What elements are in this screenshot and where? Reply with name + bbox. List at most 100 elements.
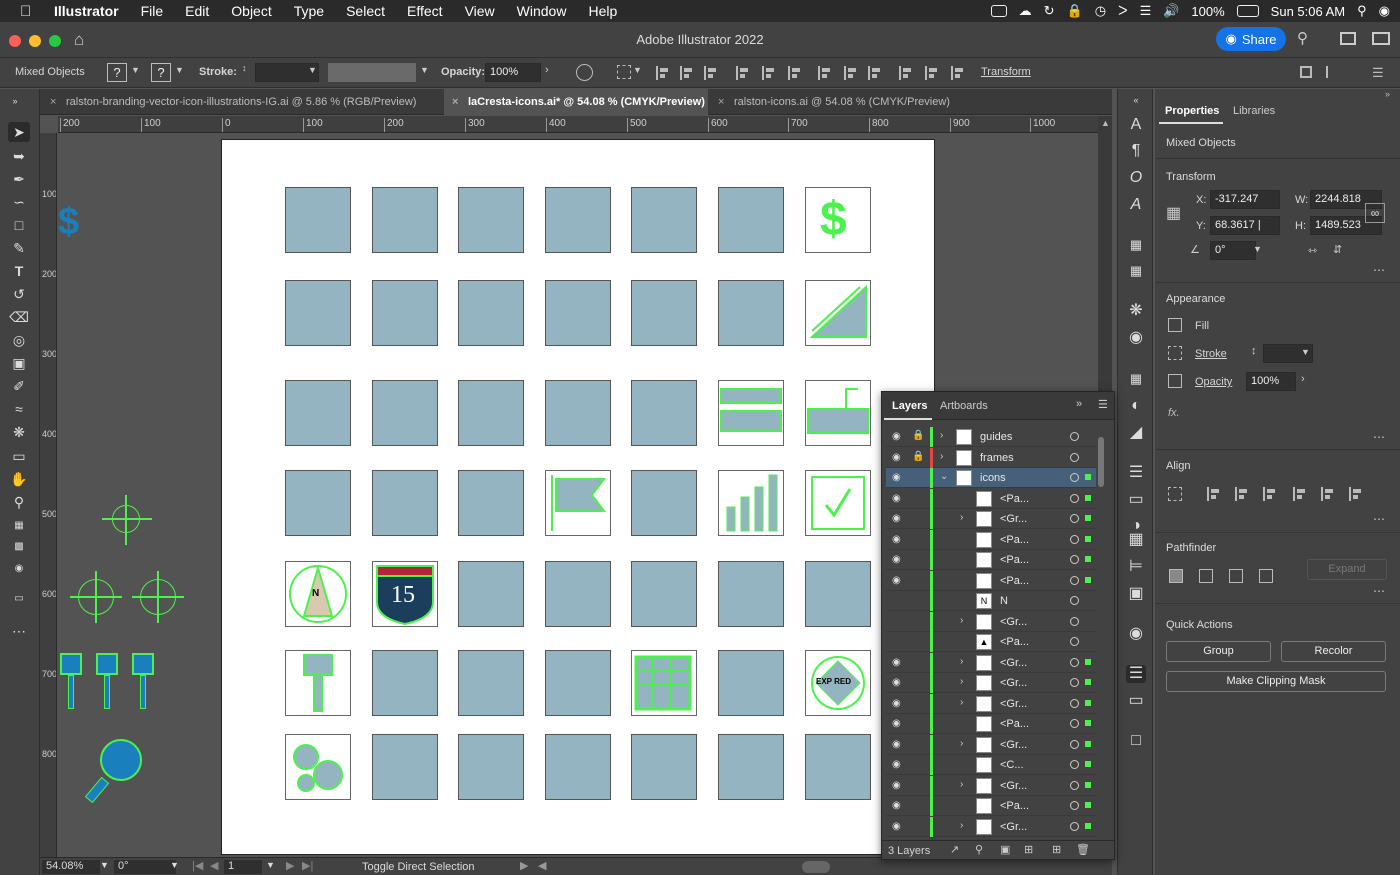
wifi-icon[interactable]: ☰ [1140, 3, 1152, 19]
visibility-eye-icon[interactable]: ◉ [892, 759, 901, 770]
symbols-panel-icon[interactable]: ◉ [1126, 329, 1146, 347]
compass-rose-artwork[interactable] [102, 495, 152, 545]
type-tool-icon[interactable]: T [8, 261, 30, 281]
brushes-panel-icon[interactable]: ❋ [1126, 302, 1146, 320]
bed-icon-tile[interactable] [718, 380, 784, 446]
visibility-eye-icon[interactable]: ◉ [892, 513, 901, 524]
volume-icon[interactable]: 🔊 [1163, 3, 1179, 19]
draw-mode-icon[interactable]: ◉ [8, 559, 30, 579]
opacity-expand-icon[interactable]: › [545, 64, 549, 76]
icon-placeholder-tile[interactable] [372, 470, 438, 536]
visibility-eye-icon[interactable]: ◉ [892, 739, 901, 750]
layer-row[interactable]: ◉ › <Gr... [886, 673, 1096, 693]
target-circle-icon[interactable] [1070, 637, 1079, 646]
ship-wheel-artwork-2[interactable] [132, 571, 184, 623]
eyedropper-tool-icon[interactable]: ✐ [8, 376, 30, 396]
expand-arrow-icon[interactable]: ⌄ [940, 471, 948, 482]
first-artboard-icon[interactable]: |◀ [192, 859, 203, 872]
symbol-sprayer-tool-icon[interactable]: ❋ [8, 422, 30, 442]
rotate-view-field[interactable]: 0° [114, 860, 176, 874]
menu-object[interactable]: Object [231, 3, 271, 19]
flip-horizontal-icon[interactable]: ⇿ [1308, 244, 1317, 257]
layer-name[interactable]: <Gr... [1000, 657, 1027, 669]
exclude-icon[interactable] [1259, 569, 1273, 583]
icon-placeholder-tile[interactable] [718, 650, 784, 716]
variable-width-profile[interactable] [328, 63, 416, 82]
visibility-eye-icon[interactable]: ◉ [892, 452, 901, 463]
visibility-eye-icon[interactable]: ◉ [892, 677, 901, 688]
ship-wheel-artwork[interactable] [70, 571, 122, 623]
target-circle-icon[interactable] [1070, 801, 1079, 810]
collapse-strip-icon[interactable]: « [1126, 91, 1146, 109]
expired-stamp-icon-tile[interactable]: EXP RED [805, 650, 871, 716]
target-circle-icon[interactable] [1070, 493, 1079, 503]
layer-row[interactable]: ◉ ⌄ icons [886, 468, 1096, 488]
color-guide-icon[interactable]: ◢ [1126, 424, 1146, 442]
target-circle-icon[interactable] [1070, 739, 1079, 749]
artboards-panel-icon[interactable]: ▭ [1126, 692, 1146, 710]
spotlight-icon[interactable]: ⚲ [1357, 3, 1367, 19]
more-transform-options-icon[interactable]: ⋯ [1373, 263, 1386, 277]
constrain-proportions-icon[interactable]: ∞ [1365, 203, 1385, 223]
distribute-left-icon[interactable] [899, 66, 913, 80]
align-to-icon[interactable] [1168, 487, 1182, 501]
selection-indicator[interactable] [1085, 658, 1091, 665]
icon-placeholder-tile[interactable] [285, 470, 351, 536]
recolor-artwork-icon[interactable] [576, 64, 593, 81]
character-styles-icon[interactable]: ▦ [1126, 236, 1146, 254]
y-field[interactable]: 68.3617 | [1210, 216, 1280, 235]
selection-indicator[interactable] [1085, 802, 1091, 808]
layer-name[interactable]: <Gr... [1000, 698, 1027, 710]
menu-edit[interactable]: Edit [185, 3, 209, 19]
collapse-panel-icon[interactable]: » [4, 91, 26, 111]
target-circle-icon[interactable] [1070, 616, 1079, 626]
icon-placeholder-tile[interactable] [718, 561, 784, 627]
layer-row[interactable]: ◉ › <Gr... [886, 693, 1096, 714]
icon-placeholder-tile[interactable] [458, 650, 524, 716]
target-circle-icon[interactable] [1070, 719, 1079, 728]
group-button[interactable]: Group [1166, 641, 1271, 662]
align-top-icon[interactable] [1293, 487, 1307, 501]
visibility-eye-icon[interactable]: ◉ [892, 493, 901, 504]
rotation-dropdown-icon[interactable]: ▼ [170, 860, 179, 870]
layer-row[interactable]: ◉ › <Gr... [886, 734, 1096, 755]
menu-window[interactable]: Window [517, 3, 567, 19]
edit-toolbar-icon[interactable]: ⋯ [8, 621, 30, 641]
creative-cloud-icon[interactable]: ☁ [1019, 3, 1032, 19]
artboard-number-field[interactable]: 1 [224, 860, 262, 874]
layer-row[interactable]: › <Gr... [886, 611, 1096, 632]
visibility-eye-icon[interactable]: ◉ [892, 657, 901, 668]
stroke-swatch-icon[interactable] [1168, 346, 1182, 360]
align-horizontal-center-icon[interactable] [1235, 487, 1249, 501]
selection-indicator[interactable] [1085, 761, 1091, 767]
siri-icon[interactable]: ◉ [1379, 3, 1390, 19]
icon-placeholder-tile[interactable] [545, 187, 611, 253]
status-extension-icon[interactable] [990, 5, 1007, 17]
layer-row[interactable]: ▲ <Pa... [886, 632, 1096, 652]
icon-placeholder-tile[interactable] [285, 280, 351, 346]
fill-stroke-swatches-icon[interactable]: ▦ [8, 516, 30, 536]
stroke-weight-dropdown-icon[interactable]: ▼ [308, 65, 317, 75]
stroke-dropdown-icon[interactable]: ▼ [1301, 347, 1310, 357]
flag-icon-tile[interactable] [545, 470, 611, 536]
opacity-expand-icon[interactable]: › [1301, 373, 1305, 385]
lock-icon[interactable]: 🔒 [912, 451, 924, 462]
gradient-tool-icon[interactable]: ▣ [8, 353, 30, 373]
visibility-eye-icon[interactable]: ◉ [892, 698, 901, 709]
layer-row[interactable]: ◉ › <Gr... [886, 816, 1096, 837]
blend-tool-icon[interactable]: ≈ [8, 399, 30, 419]
visibility-eye-icon[interactable]: ◉ [892, 534, 901, 545]
align-right-icon[interactable] [1263, 487, 1277, 501]
visibility-eye-icon[interactable]: ◉ [892, 472, 901, 483]
layer-name[interactable]: N [1000, 595, 1008, 607]
layer-name[interactable]: <Gr... [1000, 677, 1027, 689]
layer-name[interactable]: <Pa... [1000, 575, 1029, 587]
layers-panel-menu-icon[interactable]: ☰ [1098, 398, 1108, 411]
layer-name[interactable]: <Gr... [1000, 739, 1027, 751]
target-circle-icon[interactable] [1070, 514, 1079, 523]
graphic-styles-icon[interactable]: ◉ [1126, 625, 1146, 643]
target-circle-icon[interactable] [1070, 534, 1079, 544]
fill-swatch-icon[interactable] [1168, 318, 1182, 332]
target-circle-icon[interactable] [1070, 821, 1079, 831]
target-circle-icon[interactable] [1070, 575, 1079, 585]
